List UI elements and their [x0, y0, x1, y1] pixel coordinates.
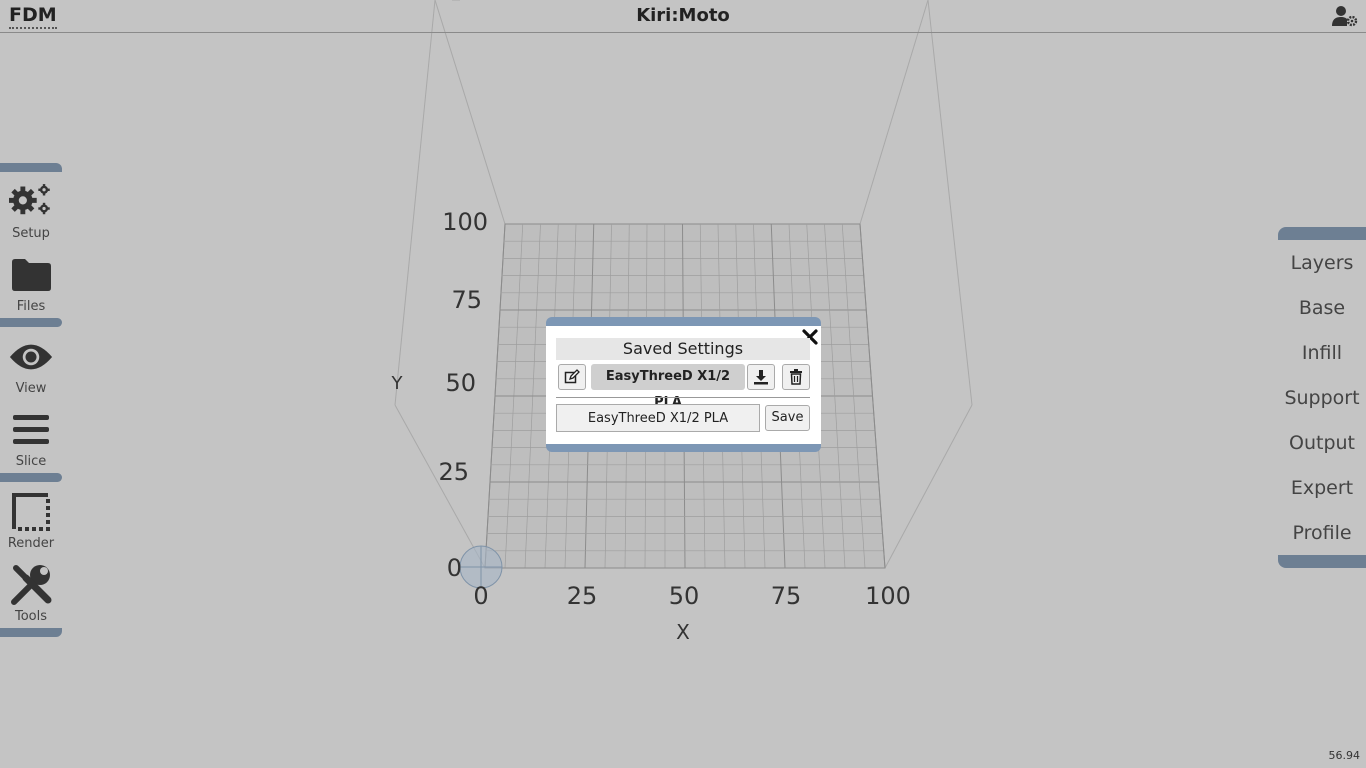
profile-load-button[interactable]: EasyThreeD X1/2 PLA [591, 364, 745, 410]
menu-output[interactable]: Output [1278, 420, 1366, 465]
x-tick-label: 0 [473, 582, 488, 610]
dialog-divider [556, 397, 810, 398]
left-toolbar: Setup Files View Slice Render Tools [0, 163, 62, 637]
saved-settings-dialog: Saved Settings EasyThreeD X1/2 PLA Save [546, 317, 821, 452]
render-label: Render [7, 536, 55, 551]
profile-name-input[interactable] [556, 404, 760, 432]
top-bar: FDM Kiri:Moto [0, 0, 1366, 33]
files-button[interactable]: Files [0, 245, 62, 318]
edit-icon[interactable] [558, 364, 586, 390]
dialog-title: Saved Settings [556, 338, 810, 360]
render-button[interactable]: Render [0, 482, 62, 555]
setup-label: Setup [12, 226, 50, 241]
tools-label: Tools [14, 609, 48, 624]
fps-readout: 56.94 [1328, 749, 1361, 762]
tools-icon [9, 563, 53, 607]
y-tick-label: 25 [438, 458, 469, 486]
menu-support[interactable]: Support [1278, 375, 1366, 420]
render-frame-icon [9, 490, 53, 534]
menu-layers[interactable]: Layers [1278, 240, 1366, 285]
toolbar-divider [0, 318, 62, 327]
user-settings-icon[interactable] [1332, 5, 1358, 27]
gears-icon [9, 180, 53, 224]
slice-label: Slice [15, 454, 47, 469]
menu-expert[interactable]: Expert [1278, 465, 1366, 510]
y-axis-label: Y [391, 373, 404, 394]
menu-bars-icon [9, 408, 53, 452]
toolbar-divider [0, 628, 62, 637]
folder-icon [9, 253, 53, 297]
x-tick-label: 75 [771, 582, 802, 610]
eye-icon [9, 335, 53, 379]
menu-base[interactable]: Base [1278, 285, 1366, 330]
x-tick-label: 25 [567, 582, 598, 610]
y-tick-label: 75 [451, 286, 482, 314]
tools-button[interactable]: Tools [0, 555, 62, 628]
slice-button[interactable]: Slice [0, 400, 62, 473]
right-settings-menu: Layers Base Infill Support Output Expert… [1278, 227, 1366, 568]
x-axis-label: X [676, 620, 690, 644]
view-label: View [15, 381, 47, 396]
x-tick-label: 100 [865, 582, 911, 610]
menu-cap [1278, 555, 1366, 568]
y-tick-label: 50 [445, 369, 476, 397]
setup-button[interactable]: Setup [0, 172, 62, 245]
menu-cap [1278, 227, 1366, 240]
view-button[interactable]: View [0, 327, 62, 400]
app-title: Kiri:Moto [636, 5, 730, 26]
toolbar-divider [0, 473, 62, 482]
toolbar-divider [0, 163, 62, 172]
y-tick-label: 0 [447, 554, 462, 582]
files-label: Files [16, 299, 46, 314]
y-tick-label: 100 [442, 208, 488, 236]
profile-row: EasyThreeD X1/2 PLA [556, 364, 810, 410]
menu-profile[interactable]: Profile [1278, 510, 1366, 555]
trash-icon[interactable] [782, 364, 810, 390]
save-button[interactable]: Save [765, 405, 810, 431]
menu-infill[interactable]: Infill [1278, 330, 1366, 375]
x-tick-label: 50 [669, 582, 700, 610]
download-icon[interactable] [747, 364, 775, 390]
